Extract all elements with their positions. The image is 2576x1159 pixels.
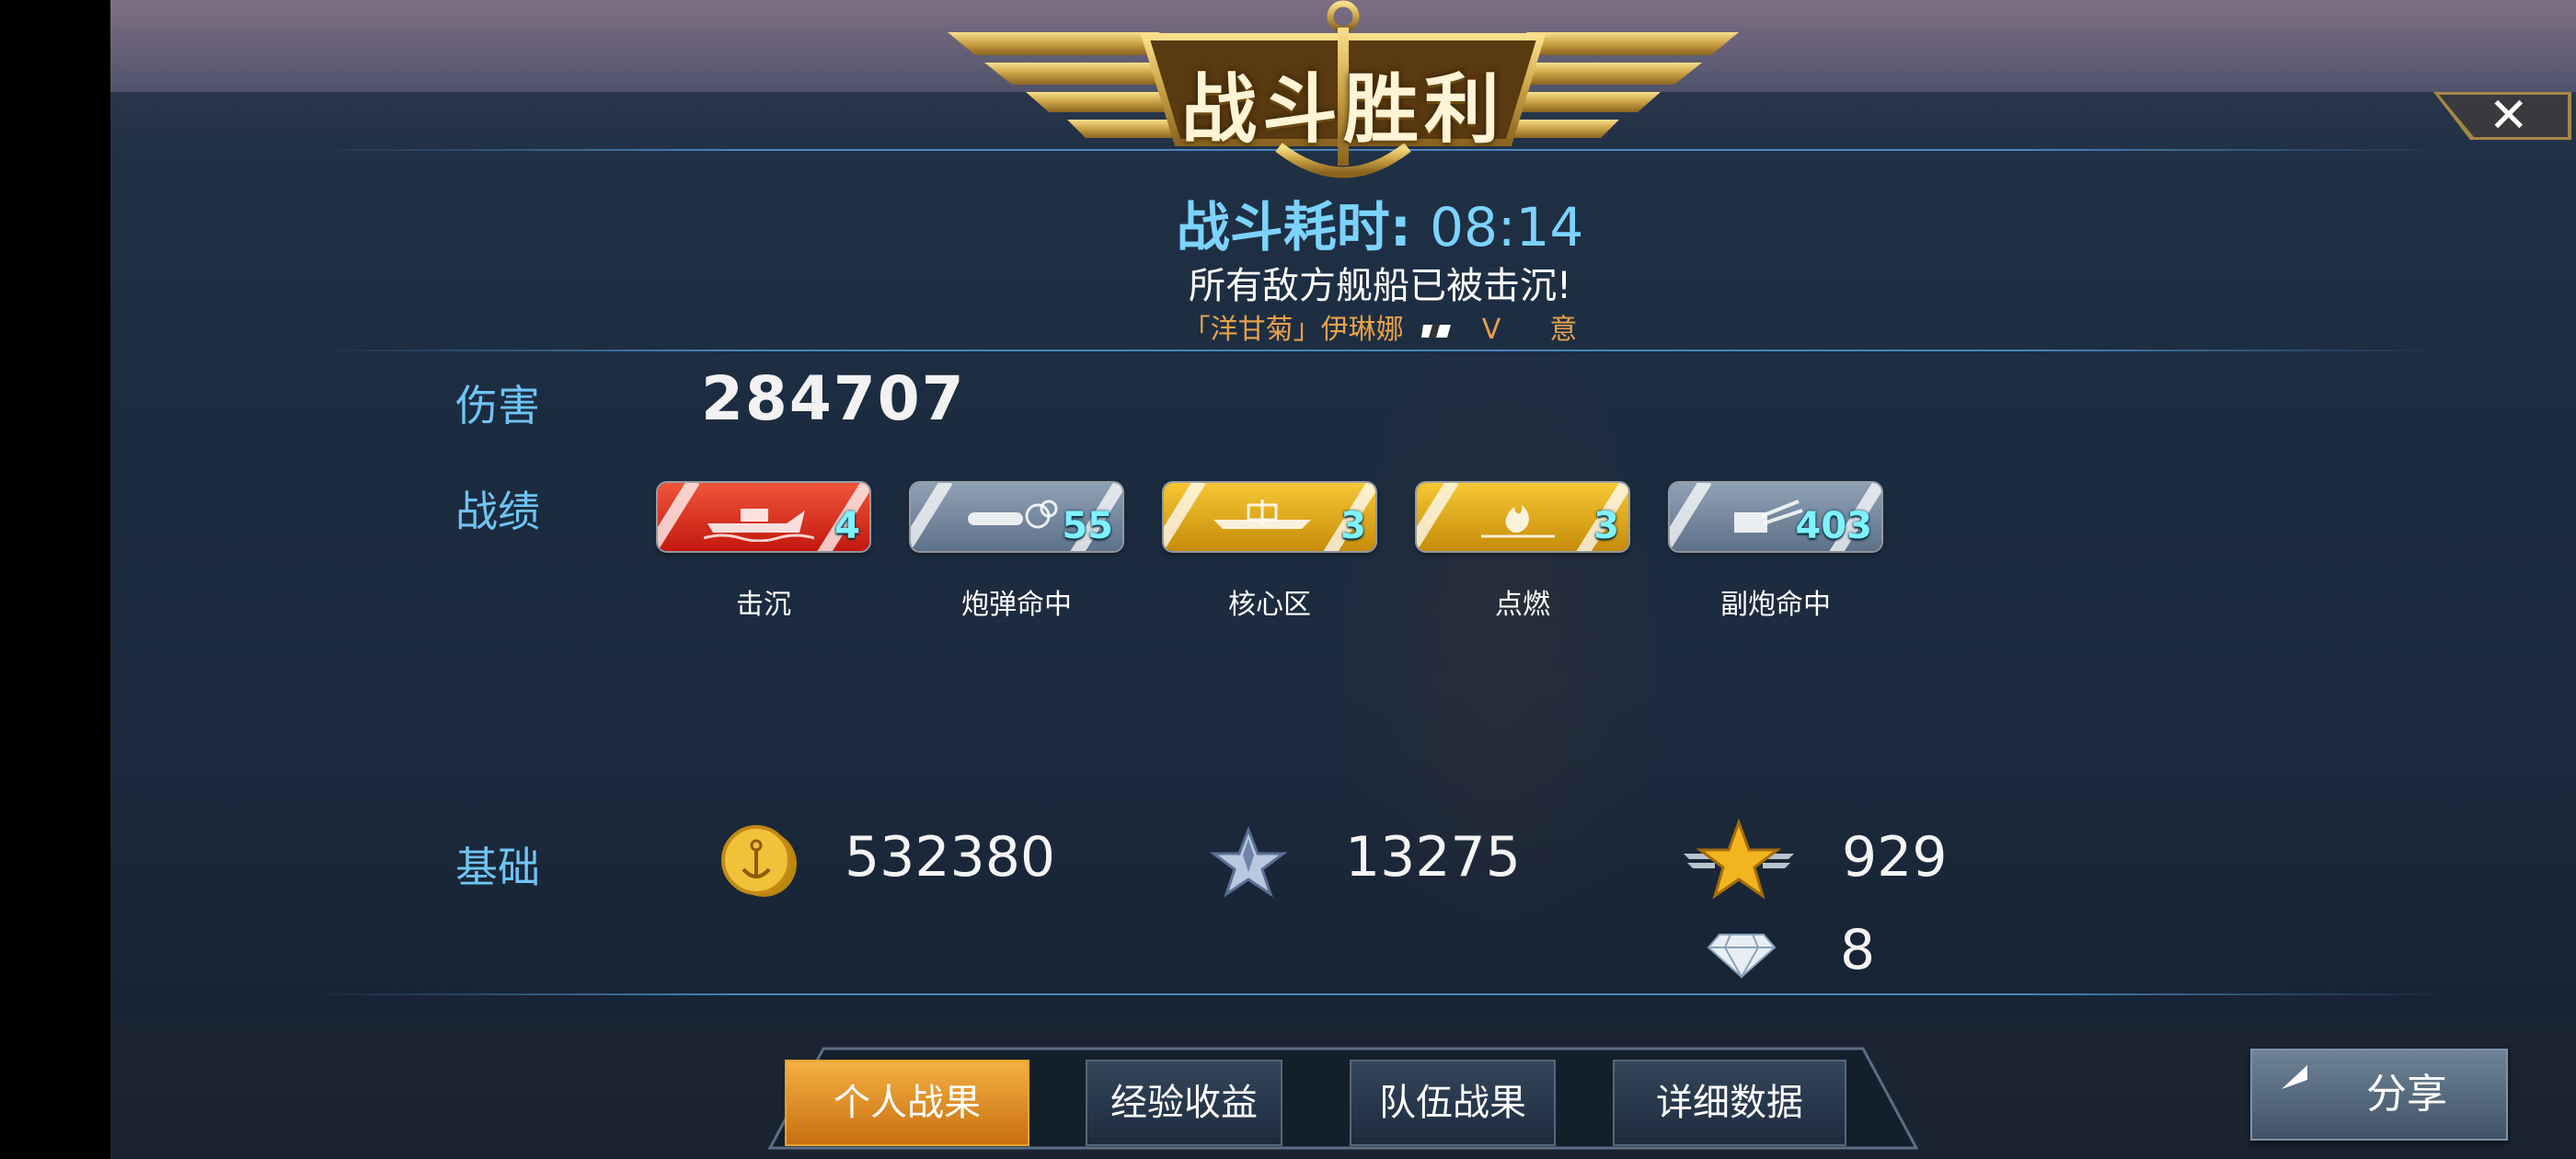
battle-time-value: 08:14 — [1430, 196, 1584, 258]
nation-flag-icon — [1421, 324, 1452, 338]
coins-value: 532380 — [845, 825, 1056, 889]
medal-stripe — [1417, 483, 1459, 551]
medal-count: 3 — [1340, 505, 1366, 547]
medal-stripe — [1164, 483, 1206, 551]
ship-name: 「洋甘菊」伊琳娜 — [1182, 314, 1404, 346]
battle-time: 战斗耗时: 08:14 — [920, 184, 1840, 261]
diamonds-value: 8 — [1840, 918, 1876, 982]
medal-count: 4 — [834, 505, 860, 547]
ship-exp-star-icon — [1210, 826, 1287, 898]
sinking-ship-icon — [704, 509, 814, 542]
close-button[interactable]: ✕ — [2433, 92, 2571, 140]
medal-label-shell-hit: 炮弹命中 — [961, 589, 1072, 621]
damage-value: 284707 — [701, 363, 966, 434]
medal-label-citadel: 核心区 — [1228, 589, 1311, 621]
ship-exp-value: 13275 — [1345, 825, 1521, 889]
damage-label: 伤害 — [455, 381, 540, 430]
battle-time-label: 战斗耗时: — [1176, 196, 1411, 258]
base-label: 基础 — [455, 843, 540, 892]
divider-bottom — [313, 993, 2447, 995]
achievements-label: 战绩 — [455, 487, 540, 536]
tab-team-results[interactable]: 队伍战果 — [1350, 1060, 1556, 1146]
share-button[interactable]: 分享 — [2250, 1049, 2508, 1141]
diamond-icon — [1707, 934, 1777, 980]
victory-title: 战斗胜利 — [1180, 66, 1505, 154]
close-icon: ✕ — [2489, 88, 2529, 143]
ship-info-line: 「洋甘菊」伊琳娜 V 意 — [920, 306, 1840, 347]
medal-sink[interactable]: 4 — [658, 483, 869, 551]
medal-count: 3 — [1593, 505, 1619, 547]
tab-exp-gains[interactable]: 经验收益 — [1086, 1060, 1282, 1146]
medal-citadel[interactable]: 3 — [1164, 483, 1375, 551]
medal-label-sink: 击沉 — [736, 589, 791, 621]
share-arrow-icon — [2282, 1065, 2307, 1089]
coin-icon — [721, 825, 797, 897]
medal-stripe — [911, 483, 953, 551]
result-message: 所有敌方舰船已被击沉! — [1188, 265, 1572, 307]
medal-label-secondary-gun: 副炮命中 — [1720, 589, 1831, 621]
shell-hit-icon — [968, 499, 1058, 529]
captain-exp-star-icon — [1684, 818, 1794, 900]
tab-detailed-data[interactable]: 详细数据 — [1613, 1060, 1846, 1146]
share-label: 分享 — [2366, 1071, 2447, 1118]
medal-stripe — [1670, 483, 1712, 551]
divider-header — [313, 350, 2447, 351]
medal-stripe — [658, 483, 700, 551]
medal-count: 55 — [1062, 505, 1113, 547]
medal-shell-hit[interactable]: 55 — [911, 483, 1122, 551]
game-screen: 战斗胜利 ✕ 战斗耗时: 08:14 所有敌方舰船已被击沉! 「洋甘菊」伊琳娜 … — [0, 0, 2576, 1159]
medal-count: 403 — [1795, 505, 1873, 547]
captain-exp-value: 929 — [1842, 825, 1948, 889]
result-tabs: 个人战果 经验收益 队伍战果 详细数据 — [768, 1047, 1918, 1150]
citadel-icon — [1213, 499, 1311, 529]
medal-label-fire: 点燃 — [1495, 589, 1550, 621]
ship-nation: 意 — [1549, 314, 1578, 346]
fire-icon — [1481, 505, 1555, 538]
medal-fire[interactable]: 3 — [1417, 483, 1628, 551]
left-black-bar — [0, 0, 110, 1159]
tab-personal-results[interactable]: 个人战果 — [785, 1060, 1029, 1146]
ship-tier: V — [1481, 314, 1501, 346]
medal-secondary-gun[interactable]: 403 — [1670, 483, 1881, 551]
